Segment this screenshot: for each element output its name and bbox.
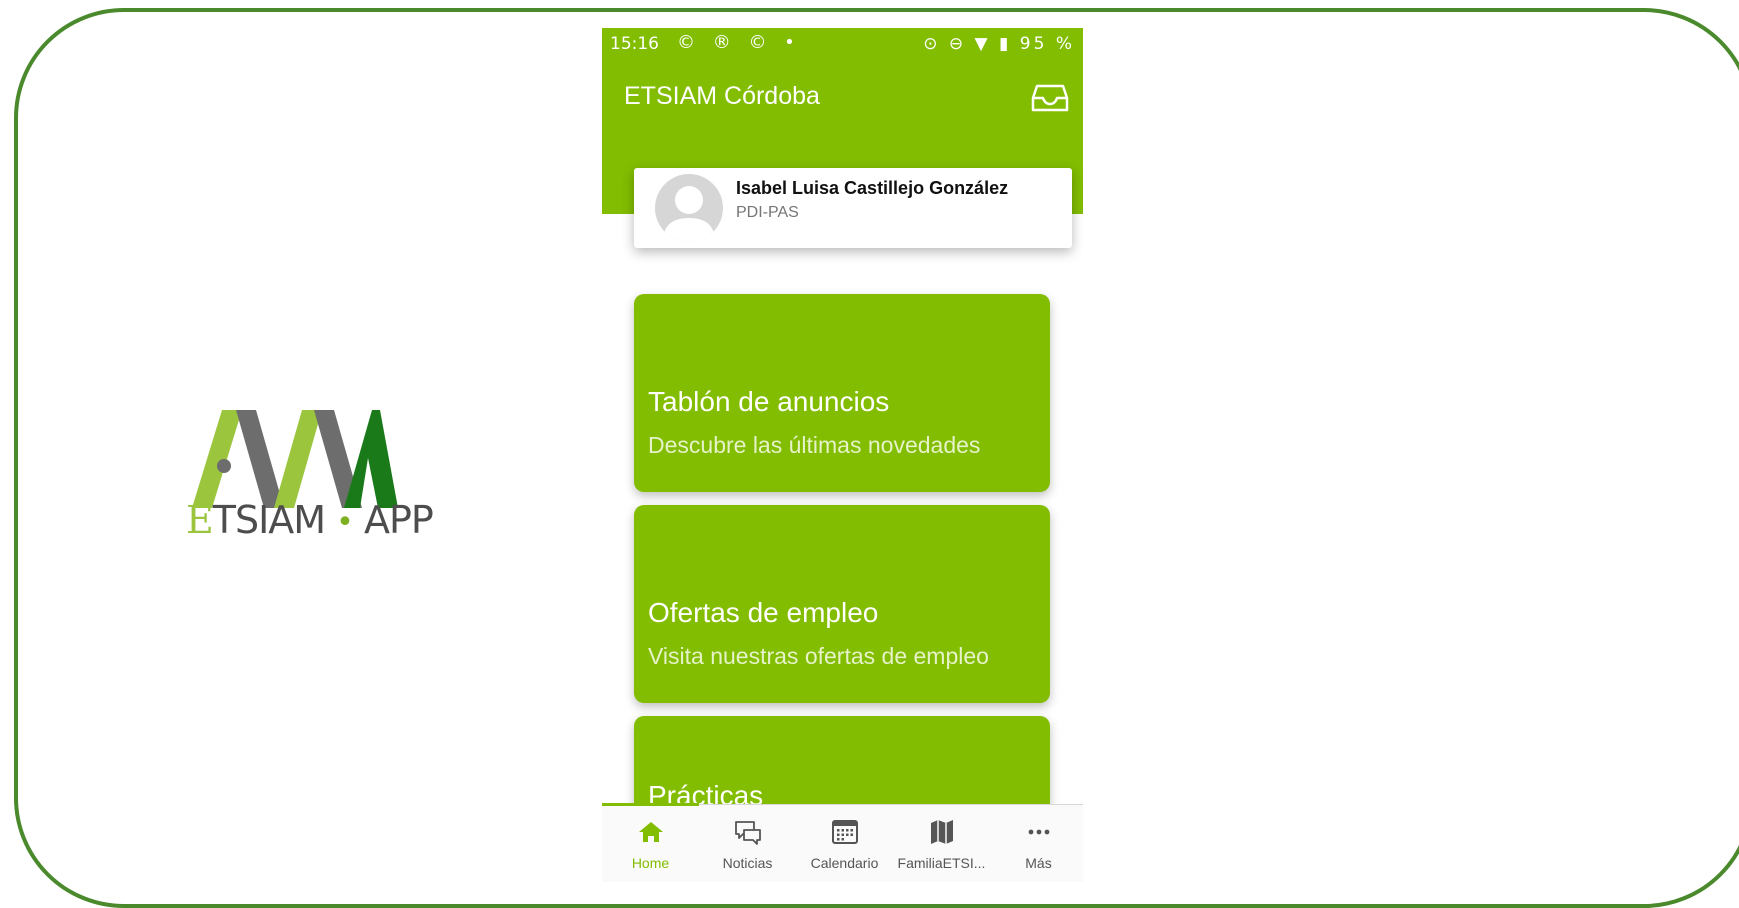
nav-label: FamiliaETSI... [897, 855, 986, 871]
nav-label: Home [631, 855, 670, 871]
notification-icons: © ® © • [677, 32, 801, 53]
nav-familiaetsi[interactable]: FamiliaETSI... [893, 805, 990, 882]
nav-label: Más [1025, 855, 1052, 871]
nav-mas[interactable]: Más [990, 805, 1083, 882]
system-status-icons: ⊙ ⊖ ▼ ▮ 95 % [923, 34, 1075, 54]
tile-tablon-anuncios[interactable]: Tablón de anuncios Descubre las últimas … [634, 294, 1050, 492]
inbox-icon[interactable] [1031, 82, 1069, 114]
chat-icon [734, 821, 761, 845]
nav-label: Calendario [810, 855, 879, 871]
map-icon [930, 820, 953, 844]
status-bar: 15:16 © ® © • ⊙ ⊖ ▼ ▮ 95 % [602, 28, 1083, 62]
tile-subtitle: Descubre las últimas novedades [648, 432, 981, 458]
profile-card[interactable]: Isabel Luisa Castillejo González PDI-PAS [634, 168, 1072, 248]
user-silhouette-icon [663, 186, 715, 242]
status-time: 15:16 [610, 34, 659, 54]
bottom-navigation: Home Noticias Calendario FamiliaETSI... … [602, 803, 1083, 882]
tile-title: Tablón de anuncios [648, 386, 890, 417]
logo-wordmark: ETSIAM • APP [186, 498, 434, 542]
more-icon [1028, 829, 1049, 835]
profile-role: PDI-PAS [736, 204, 799, 221]
nav-label: Noticias [722, 855, 773, 871]
nav-calendario[interactable]: Calendario [796, 805, 893, 882]
nav-noticias[interactable]: Noticias [699, 805, 796, 882]
nav-home[interactable]: Home [602, 805, 699, 882]
profile-name: Isabel Luisa Castillejo González [736, 178, 1009, 198]
phone-screen: 15:16 © ® © • ⊙ ⊖ ▼ ▮ 95 % ETSIAM Córdob… [602, 28, 1083, 882]
home-icon [638, 822, 663, 842]
app-title: ETSIAM Córdoba [624, 82, 820, 110]
avatar [655, 174, 723, 242]
tile-ofertas-empleo[interactable]: Ofertas de empleo Visita nuestras oferta… [634, 505, 1050, 703]
calendar-icon [831, 820, 858, 844]
tile-title: Ofertas de empleo [648, 597, 879, 628]
tile-subtitle: Visita nuestras ofertas de empleo [648, 643, 989, 669]
